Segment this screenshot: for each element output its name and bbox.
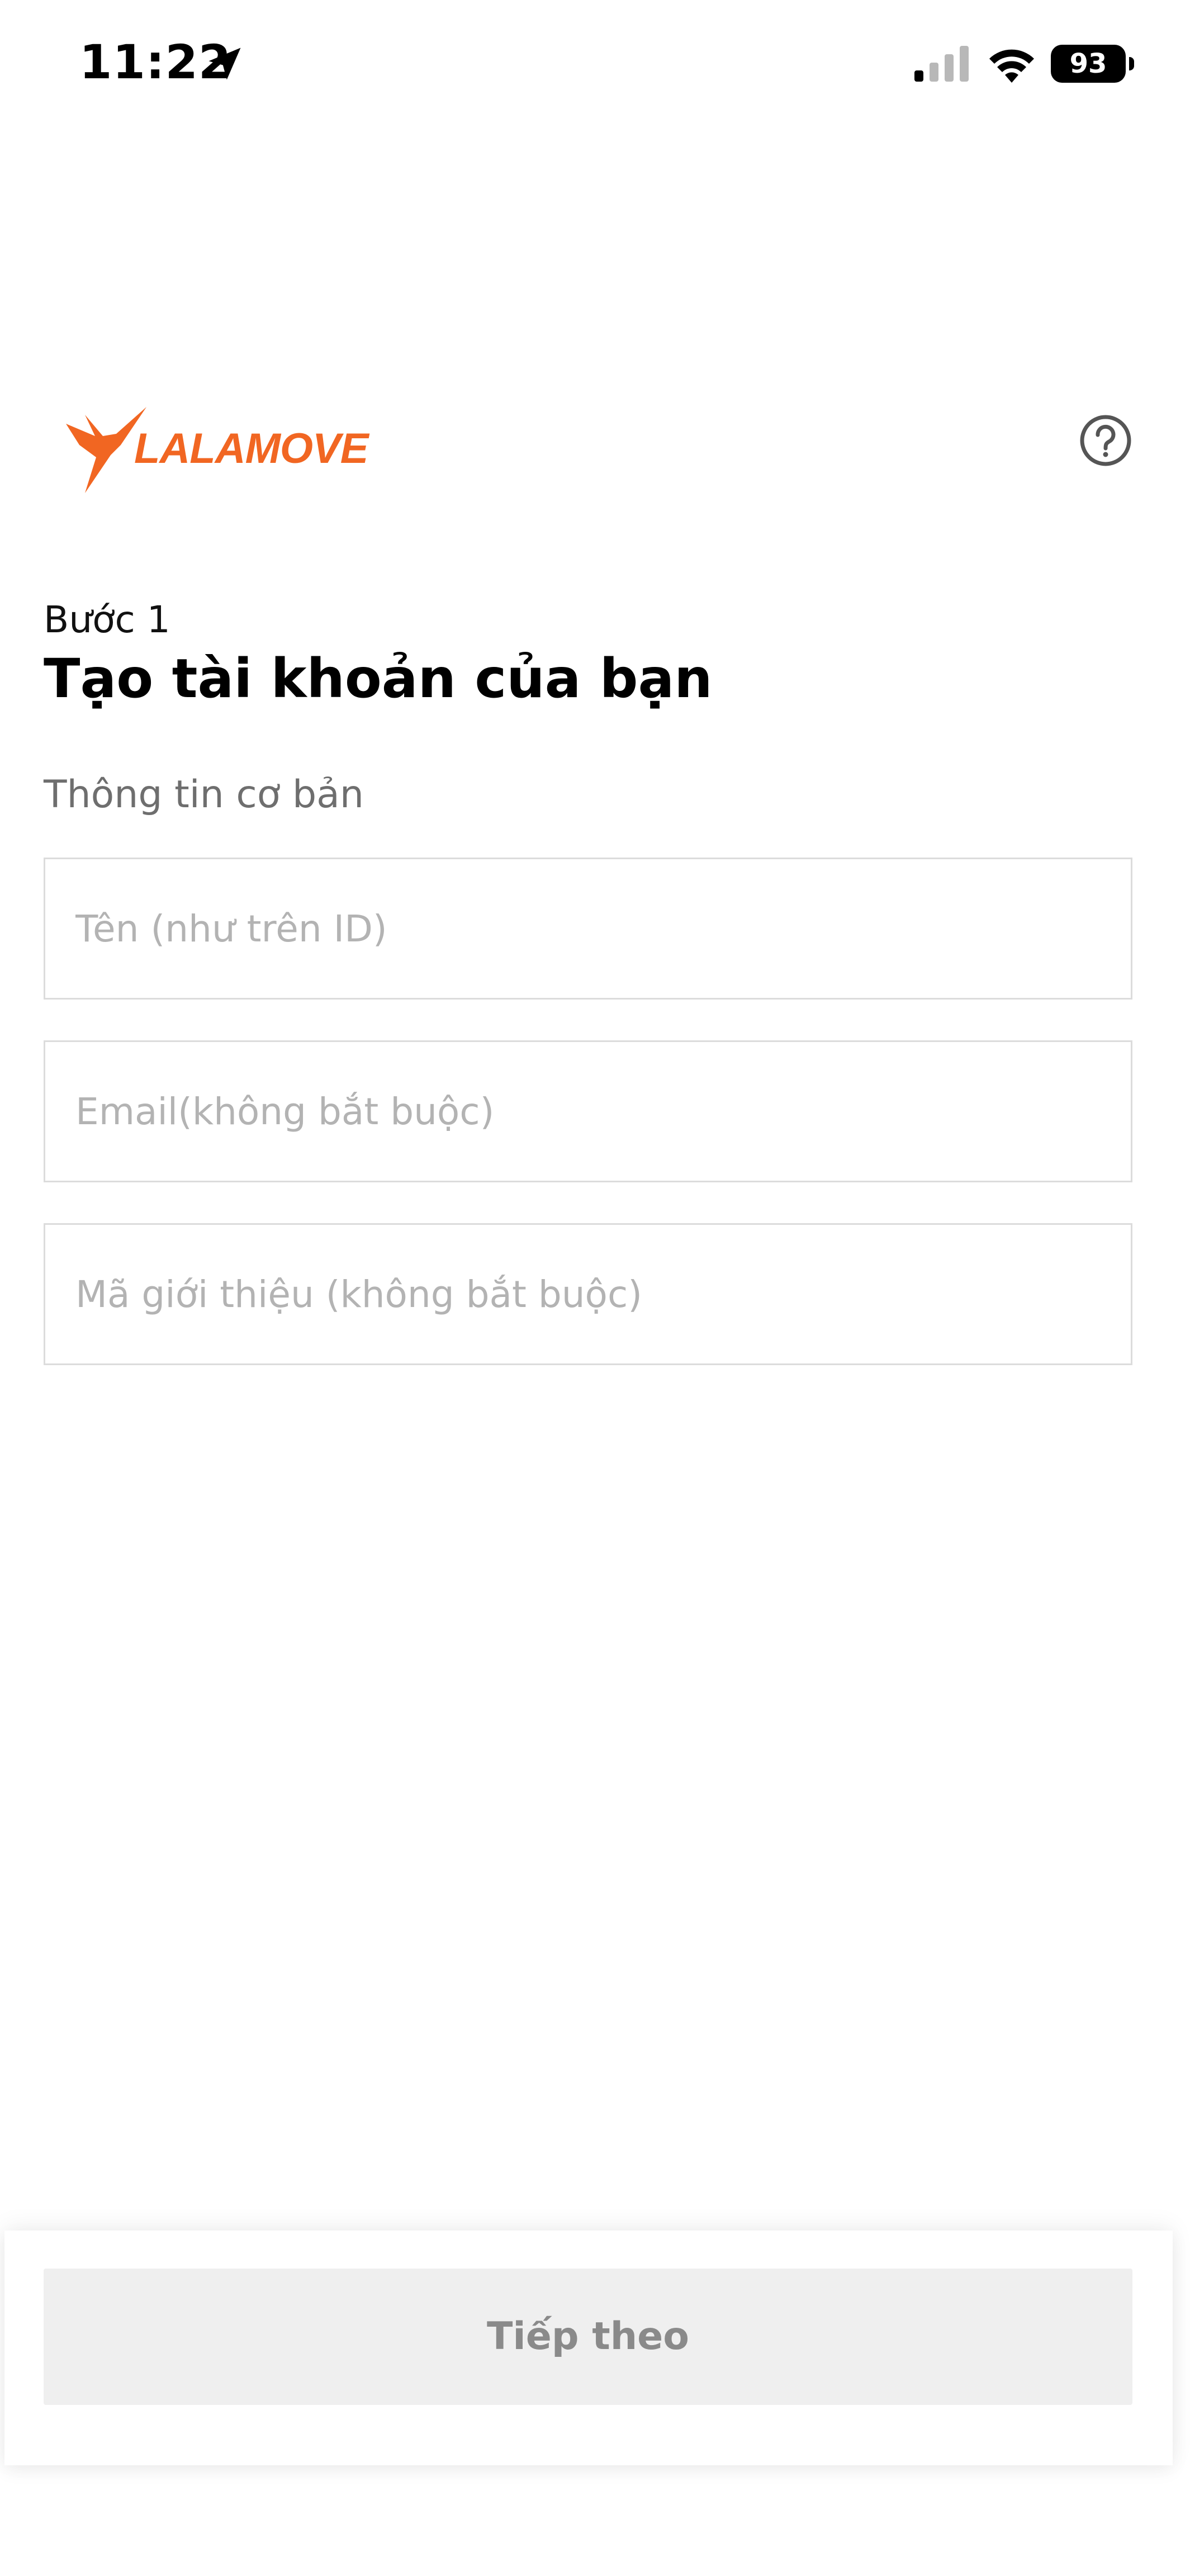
name-field[interactable] [44, 858, 1132, 1000]
help-icon[interactable] [1079, 414, 1132, 467]
bottom-action-panel: Tiếp theo [4, 2231, 1173, 2465]
page-title: Tạo tài khoản của bạn [44, 647, 713, 710]
battery-tip [1129, 57, 1134, 70]
battery-level: 93 [1051, 45, 1126, 83]
referral-field[interactable] [44, 1223, 1132, 1365]
wifi-icon [989, 49, 1034, 83]
status-bar: 11:22 93 [0, 0, 1190, 131]
step-label: Bước 1 [44, 598, 170, 641]
location-arrow-icon [208, 48, 241, 80]
logo-wordmark: LALAMOVE [134, 425, 370, 472]
battery-indicator: 93 [1051, 45, 1135, 83]
referral-code-input[interactable] [45, 1225, 1131, 1363]
section-label: Thông tin cơ bản [44, 773, 364, 817]
email-input[interactable] [45, 1042, 1131, 1181]
cellular-signal-icon [914, 46, 969, 82]
name-input[interactable] [45, 859, 1131, 998]
email-field[interactable] [44, 1040, 1132, 1182]
next-button[interactable]: Tiếp theo [44, 2269, 1132, 2405]
lalamove-logo: LALAMOVE [66, 407, 371, 493]
